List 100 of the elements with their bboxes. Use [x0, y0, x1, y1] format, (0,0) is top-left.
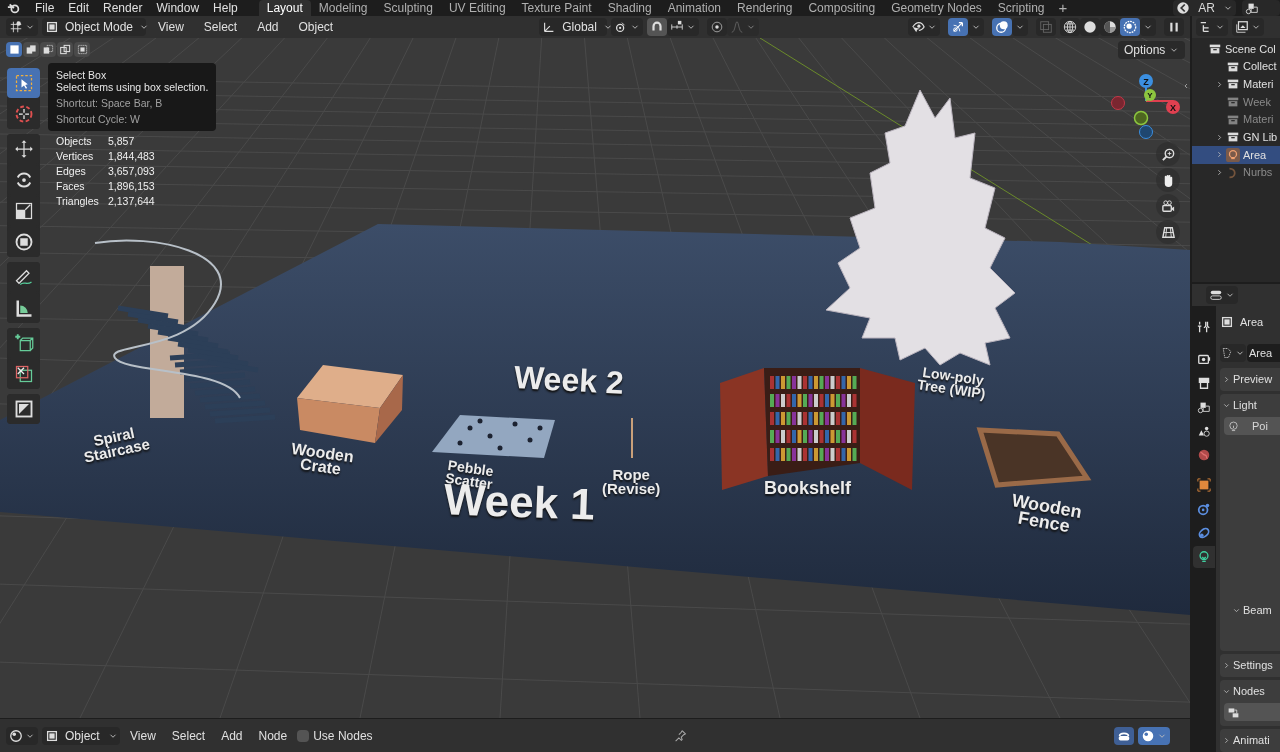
snap-toggle[interactable] [647, 18, 668, 36]
selection-mode-button[interactable] [74, 42, 90, 57]
shading-mode-button[interactable] [1100, 18, 1120, 36]
workspace-tab[interactable]: UV Editing [440, 0, 514, 16]
object-dropdown[interactable]: Object [42, 726, 120, 745]
workspace-tab[interactable]: Scripting [989, 0, 1053, 16]
workspace-tab[interactable]: Compositing [800, 0, 884, 16]
subpanel-header[interactable]: Beam [1220, 599, 1280, 621]
shading-mode-button[interactable] [1060, 18, 1080, 36]
workspace-tab[interactable]: Rendering [729, 0, 801, 16]
pause-button[interactable] [1164, 18, 1184, 36]
workspace-tab[interactable]: Geometry Nodes [883, 0, 990, 16]
image-stack-icon [1235, 20, 1249, 34]
material-sphere-icon [1103, 20, 1117, 34]
workspace-tab[interactable]: Shading [599, 0, 660, 16]
app-logo-icon [7, 1, 21, 15]
menu-item[interactable]: File [28, 0, 62, 16]
outliner-row[interactable]: Area [1192, 146, 1280, 164]
properties-tab[interactable] [1193, 546, 1215, 568]
orientation-dropdown[interactable]: Global [539, 18, 608, 36]
selection-mode-button[interactable] [40, 42, 56, 57]
selection-mode-button[interactable] [6, 42, 22, 57]
node-tree-icon [1227, 705, 1240, 719]
editor-type-button[interactable] [6, 726, 38, 745]
view-layer-icon [1197, 400, 1211, 414]
panel-header[interactable]: Light [1220, 394, 1280, 417]
material-preview-button[interactable] [1138, 726, 1170, 745]
outliner-label: Nurbs [1243, 165, 1273, 181]
workspace-tab[interactable]: Modeling [310, 0, 376, 16]
workspace-tab[interactable]: Layout [258, 0, 311, 16]
menu-item[interactable]: Node [252, 726, 294, 745]
display-mode-dropdown[interactable] [1196, 18, 1228, 36]
selection-mode-button[interactable] [23, 42, 39, 57]
object-icon [45, 728, 59, 743]
panel-header[interactable]: Preview [1220, 368, 1280, 391]
outliner-row[interactable]: GN Lib [1192, 128, 1280, 147]
toggle-icon [1209, 288, 1223, 302]
menu-item[interactable]: Select [165, 726, 212, 745]
workspace-tab[interactable]: Sculpting [375, 0, 441, 16]
editor-type-button[interactable] [1206, 286, 1238, 304]
node-wrangler-button[interactable] [1114, 726, 1134, 745]
scene-icon [1176, 1, 1191, 15]
tool-button[interactable] [7, 394, 40, 424]
solid-sphere-icon [1083, 20, 1097, 34]
overlay-toggle[interactable] [992, 18, 1012, 36]
data-browse-button[interactable] [1220, 344, 1246, 362]
perspective-toggle[interactable] [1156, 220, 1180, 244]
panel-header[interactable]: Nodes [1220, 680, 1280, 703]
filter-dropdown[interactable] [1232, 18, 1264, 36]
xray-toggle[interactable] [1036, 18, 1056, 36]
workspace-tab[interactable]: Texture Paint [513, 0, 600, 16]
menu-item[interactable]: Edit [61, 0, 97, 16]
outliner-row[interactable]: Collect [1192, 57, 1280, 76]
proportional-editing-toggle[interactable] [707, 18, 728, 36]
light-type-button[interactable]: Poi [1224, 417, 1280, 435]
eye-pointer-icon [911, 20, 925, 34]
axis-gizmo[interactable]: Z Y X [1108, 71, 1188, 141]
camera-view-button[interactable] [1156, 194, 1180, 218]
grid-icon [9, 20, 23, 34]
pivot-dropdown[interactable] [611, 18, 644, 36]
menu-item[interactable]: View [124, 726, 162, 745]
menu-item[interactable]: Window [149, 0, 207, 16]
menu-item[interactable]: Help [206, 0, 245, 16]
menu-item[interactable]: View [150, 18, 192, 36]
outliner-label: Materi [1243, 76, 1274, 92]
add-workspace-button[interactable]: + [1052, 0, 1074, 16]
selectability-dropdown[interactable] [908, 18, 940, 36]
scale-icon [13, 201, 34, 221]
options-dropdown[interactable]: Options [1118, 41, 1186, 59]
panel-header[interactable]: Settings [1220, 654, 1280, 677]
outliner-row[interactable]: Materi [1192, 75, 1280, 94]
selection-mode-button[interactable] [57, 42, 73, 57]
view-layer-selector[interactable] [1242, 0, 1280, 16]
outliner-row[interactable]: Nurbs [1192, 163, 1280, 182]
outliner-row[interactable]: Week [1192, 93, 1280, 111]
editor-type-button[interactable] [6, 18, 38, 36]
outliner-row[interactable]: Scene Col [1192, 40, 1280, 58]
outliner-row[interactable]: Materi [1192, 110, 1280, 129]
gizmo-toggle[interactable] [948, 18, 968, 36]
mode-dropdown[interactable]: Object Mode [42, 18, 146, 36]
outliner-label: GN Lib [1243, 130, 1278, 146]
menu-item[interactable]: Select [195, 18, 246, 36]
workspace-tab[interactable]: Animation [659, 0, 730, 16]
tool-icon [1197, 320, 1211, 334]
scissors-icon [13, 364, 34, 384]
menu-item[interactable]: Object [290, 18, 342, 36]
scene-name: AR [1197, 0, 1216, 17]
snap-target-dropdown[interactable] [667, 18, 700, 36]
use-nodes-checkbox[interactable]: Use Nodes [297, 726, 373, 745]
menu-item[interactable]: Render [96, 0, 150, 16]
menu-item[interactable]: Add [215, 726, 249, 745]
zoom-button[interactable] [1156, 142, 1180, 166]
pan-button[interactable] [1156, 168, 1180, 192]
menu-item[interactable]: Add [249, 18, 287, 36]
node-tree-button[interactable] [1224, 703, 1280, 721]
scene-selector[interactable]: AR [1173, 0, 1236, 16]
data-name-field[interactable]: Area [1247, 344, 1280, 362]
physics-icon [1197, 502, 1211, 516]
shading-mode-button[interactable] [1120, 18, 1140, 36]
panel-header[interactable]: Animati [1220, 729, 1280, 752]
